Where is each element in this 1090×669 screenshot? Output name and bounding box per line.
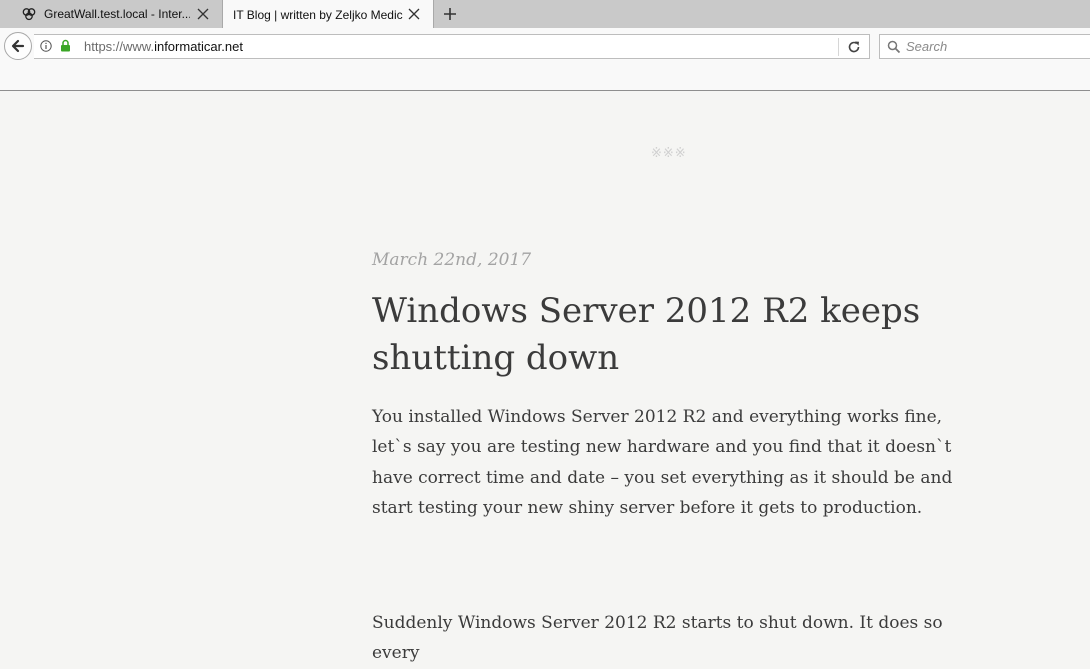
- tab-label: GreatWall.test.local - Inter...: [44, 7, 190, 21]
- post-paragraph: Suddenly Windows Server 2012 R2 starts t…: [372, 613, 943, 664]
- post-title[interactable]: Windows Server 2012 R2 keeps shutting do…: [372, 288, 972, 382]
- reload-icon[interactable]: [847, 40, 861, 54]
- post-paragraph: You installed Windows Server 2012 R2 and…: [372, 407, 953, 518]
- close-tab-icon[interactable]: [407, 7, 421, 21]
- post-date[interactable]: March 22nd, 2017: [372, 250, 531, 270]
- search-input[interactable]: Search: [879, 34, 1090, 59]
- nav-toolbar: https://www.informaticar.net Search: [0, 28, 1090, 91]
- favicon-icon: [22, 8, 36, 21]
- url-divider: [838, 38, 839, 56]
- lock-icon[interactable]: [60, 39, 71, 52]
- tab-it-blog[interactable]: IT Blog | written by Zeljko Medic: [222, 0, 434, 29]
- search-placeholder: Search: [906, 39, 948, 54]
- info-icon[interactable]: [40, 40, 52, 52]
- close-tab-icon[interactable]: [196, 7, 210, 21]
- search-icon: [887, 40, 901, 54]
- url-host: informaticar.net: [154, 39, 243, 54]
- new-tab-icon[interactable]: [442, 6, 458, 22]
- separator-ornament: ※※※: [651, 146, 687, 161]
- tab-greatwall[interactable]: GreatWall.test.local - Inter...: [0, 0, 222, 28]
- back-button[interactable]: [4, 32, 32, 60]
- tab-label: IT Blog | written by Zeljko Medic: [233, 7, 403, 22]
- tab-strip: GreatWall.test.local - Inter... IT Blog …: [0, 0, 1090, 29]
- url-scheme: https://www.: [84, 39, 155, 54]
- url-text[interactable]: https://www.informaticar.net: [84, 39, 243, 54]
- url-bar[interactable]: https://www.informaticar.net: [34, 34, 870, 59]
- back-arrow-icon: [11, 39, 25, 53]
